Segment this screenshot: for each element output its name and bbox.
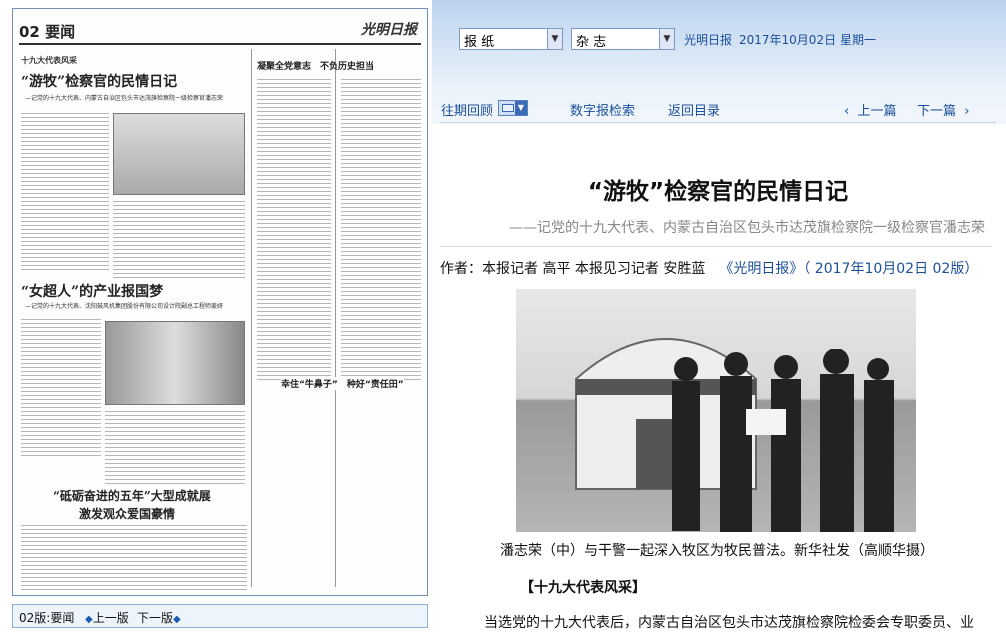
story-text-block	[341, 79, 421, 383]
calendar-icon	[502, 104, 514, 112]
page-nav-bar: 02版:要闻 ◆上一版 下一版◆	[12, 604, 428, 628]
story-subhead-1: —记党的十九大代表、内蒙古自治区包头市达茂旗检察院一级检察官潘志荣	[25, 95, 224, 102]
triangle-left-icon: ◆	[85, 614, 93, 625]
prev-article-link[interactable]: ‹ 上一篇	[844, 100, 896, 119]
article-title: “游牧”检察官的民情日记	[587, 179, 849, 205]
chevron-down-icon: ▼	[515, 101, 527, 115]
article-source[interactable]: 《光明日报》（ 2017年10月02日 02版）	[719, 261, 978, 277]
story-text-block	[21, 319, 101, 459]
digital-search-link[interactable]: 数字报检索	[570, 100, 635, 119]
story-text-block	[21, 113, 109, 273]
story-headline-3[interactable]: “砥砺奋进的五年”大型成就展	[53, 487, 211, 504]
article-authors: 作者：本报记者 高平 本报见习记者 安胜蓝	[440, 261, 706, 277]
chevron-left-icon: ‹	[844, 104, 850, 119]
issue-weekday: 星期一	[840, 33, 877, 47]
newspaper-masthead: 光明日报	[361, 22, 417, 38]
return-toc-link[interactable]: 返回目录	[668, 100, 720, 119]
story-headline-3b: 激发观众爱国豪情	[79, 507, 176, 521]
story-text-block	[105, 411, 245, 487]
story-headline-2[interactable]: “女超人”的产业报国梦	[21, 281, 163, 301]
paper-select[interactable]: 报 纸 ▼	[459, 28, 563, 50]
epaper-viewer: 02 要闻 光明日报 十九大代表风采 “游牧”检察官的民情日记 —记党的十九大代…	[0, 0, 1006, 637]
section-heading: 【十九大代表风采】	[520, 580, 646, 596]
next-edition-link[interactable]: 下一版◆	[137, 609, 181, 626]
newspaper-page-image[interactable]: 02 要闻 光明日报 十九大代表风采 “游牧”检察官的民情日记 —记党的十九大代…	[12, 8, 428, 596]
side-headline-2[interactable]: 幸住“牛鼻子” 种好“责任田”	[281, 377, 404, 390]
side-headline-1[interactable]: 凝聚全党意志 不负历史担当	[257, 59, 374, 72]
magazine-select[interactable]: 杂 志 ▼	[571, 28, 675, 50]
newspaper-header: 02 要闻 光明日报	[19, 15, 421, 45]
paper-select-value: 报 纸	[464, 35, 495, 50]
story-text-block	[257, 79, 331, 383]
chevron-down-icon: ▼	[547, 29, 562, 49]
magazine-select-value: 杂 志	[576, 35, 607, 50]
column-rule	[335, 49, 336, 587]
triangle-right-icon: ◆	[173, 614, 181, 625]
page-thumbnail-panel: 02 要闻 光明日报 十九大代表风采 “游牧”检察官的民情日记 —记党的十九大代…	[0, 0, 432, 637]
calendar-dropdown[interactable]: ▼	[498, 100, 528, 116]
back-issues-link[interactable]: 往期回顾	[441, 100, 493, 119]
story-text-block	[21, 525, 247, 593]
prev-edition-link[interactable]: ◆上一版	[85, 609, 129, 626]
current-page-label: 02版:要闻	[19, 611, 75, 625]
next-article-link[interactable]: 下一篇 ›	[917, 100, 969, 119]
story-subhead-2: —记党的十九大代表、沈阳鼓风机集团股份有限公司设计院副总工程师姜妍	[25, 303, 224, 310]
prev-article-label: 上一篇	[857, 104, 897, 119]
story-photo-1	[113, 113, 245, 195]
next-article-label: 下一篇	[917, 104, 957, 119]
photo-caption: 潘志荣（中）与干警一起深入牧区为牧民普法。新华社发（高顺华摄）	[500, 543, 934, 559]
article-photo	[516, 289, 916, 532]
article-byline: 作者：本报记者 高平 本报见习记者 安胜蓝 《光明日报》（ 2017年10月02日…	[440, 258, 978, 278]
story-text-block	[113, 201, 245, 281]
people-graphic	[672, 349, 894, 532]
paper-name: 光明日报	[684, 33, 733, 47]
newspaper-page-label: 02 要闻	[19, 23, 76, 41]
chevron-right-icon: ›	[964, 104, 970, 119]
story-photo-2	[105, 321, 245, 405]
chevron-down-icon: ▼	[659, 29, 674, 49]
article-body-first-line: 当选党的十九大代表后，内蒙古自治区包头市达茂旗检察院检委会专职委员、业	[484, 615, 974, 631]
divider	[440, 122, 996, 123]
issue-date: 2017年10月02日	[739, 33, 837, 47]
column-rule	[251, 49, 252, 587]
article-subtitle: ——记党的十九大代表、内蒙古自治区包头市达茂旗检察院一级检察官潘志荣	[509, 220, 985, 236]
column-label: 十九大代表风采	[21, 56, 77, 65]
story-headline-1[interactable]: “游牧”检察官的民情日记	[21, 71, 177, 91]
divider	[440, 246, 992, 247]
